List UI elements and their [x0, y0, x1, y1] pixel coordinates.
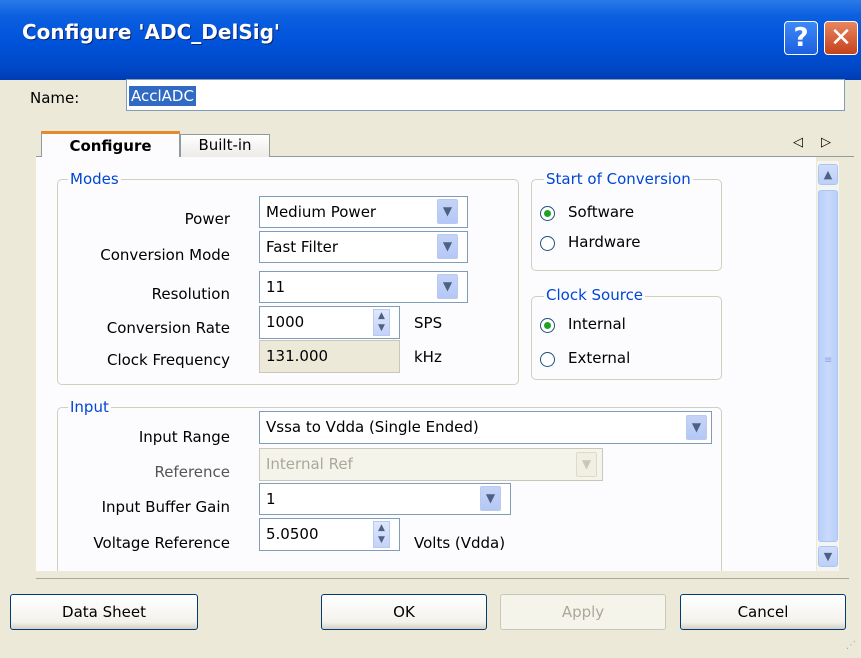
chevron-down-icon[interactable]: ▼ [437, 234, 458, 259]
chevron-down-icon[interactable]: ▼ [480, 486, 501, 511]
input-range-value: Vssa to Vdda (Single Ended) [266, 418, 479, 436]
radio-selected-dot [544, 210, 551, 217]
cancel-button[interactable]: Cancel [680, 594, 846, 630]
input-buffer-gain-select[interactable]: 1 [259, 483, 511, 515]
reference-select[interactable]: Internal Ref [259, 448, 603, 481]
radio-internal-label[interactable]: Internal [568, 315, 626, 333]
voltage-reference-value: 5.0500 [266, 525, 319, 543]
tab-scroll-right-icon[interactable]: ▷ [821, 135, 831, 150]
resize-grip-icon[interactable]: ⋰ [846, 641, 858, 656]
input-range-select[interactable]: Vssa to Vdda (Single Ended) [259, 411, 712, 444]
tab-built-in[interactable]: Built-in [180, 134, 270, 157]
grip-icon: ≡ [824, 355, 833, 366]
scrollbar-thumb[interactable]: ≡ [818, 190, 838, 542]
help-button[interactable]: ? [784, 21, 818, 55]
reference-label: Reference [154, 463, 230, 481]
radio-selected-dot [544, 322, 551, 329]
reference-value: Internal Ref [266, 455, 353, 473]
radio-external[interactable] [540, 352, 555, 367]
window-title: Configure 'ADC_DelSig' [22, 20, 281, 44]
chevron-down-icon[interactable]: ▼ [437, 199, 458, 224]
radio-external-label[interactable]: External [568, 349, 630, 367]
radio-hardware-label[interactable]: Hardware [568, 233, 640, 251]
conversion-rate-unit: SPS [414, 314, 443, 332]
spin-buttons-icon[interactable]: ▲ ▼ [373, 521, 390, 548]
conversion-mode-label: Conversion Mode [100, 246, 230, 264]
tab-scroll-left-icon[interactable]: ◁ [793, 135, 803, 150]
radio-software[interactable] [540, 206, 555, 221]
name-label: Name: [30, 89, 80, 107]
resolution-label: Resolution [151, 285, 230, 303]
name-input-value: AcclADC [129, 86, 196, 106]
clock-frequency-readout: 131.000 [259, 340, 400, 373]
input-range-label: Input Range [138, 428, 230, 446]
separator [36, 578, 849, 579]
start-of-conversion-title: Start of Conversion [544, 170, 693, 188]
conversion-rate-label: Conversion Rate [106, 319, 230, 337]
input-group-title: Input [68, 398, 111, 416]
clock-frequency-unit: kHz [414, 348, 442, 366]
spin-buttons-icon[interactable]: ▲ ▼ [373, 309, 390, 336]
tab-configure[interactable]: Configure [41, 131, 180, 159]
chevron-down-icon[interactable]: ▼ [576, 452, 597, 477]
input-buffer-gain-label: Input Buffer Gain [101, 498, 230, 516]
data-sheet-button[interactable]: Data Sheet [10, 594, 198, 630]
clock-source-title: Clock Source [544, 286, 646, 304]
close-button[interactable]: ✕ [824, 21, 858, 55]
resolution-value: 11 [266, 278, 286, 296]
voltage-reference-unit: Volts (Vdda) [414, 534, 506, 552]
scroll-up-icon[interactable]: ▲ [818, 164, 838, 185]
clock-source-group [531, 296, 722, 380]
voltage-reference-label: Voltage Reference [93, 534, 230, 552]
name-input[interactable]: AcclADC [126, 79, 845, 111]
power-value: Medium Power [266, 203, 377, 221]
ok-button[interactable]: OK [321, 594, 487, 630]
chevron-down-icon[interactable]: ▼ [437, 274, 458, 299]
modes-group-title: Modes [68, 170, 121, 188]
radio-hardware[interactable] [540, 236, 555, 251]
clock-frequency-value: 131.000 [266, 347, 329, 365]
apply-button[interactable]: Apply [500, 594, 666, 630]
input-buffer-gain-value: 1 [266, 490, 276, 508]
conversion-mode-value: Fast Filter [266, 238, 339, 256]
clock-frequency-label: Clock Frequency [106, 351, 230, 369]
start-of-conversion-group [531, 179, 722, 271]
radio-internal[interactable] [540, 318, 555, 333]
radio-software-label[interactable]: Software [568, 203, 634, 221]
scroll-down-icon[interactable]: ▼ [818, 546, 838, 567]
conversion-rate-value: 1000 [266, 313, 305, 331]
chevron-down-icon[interactable]: ▼ [686, 415, 707, 440]
power-label: Power [184, 210, 230, 228]
